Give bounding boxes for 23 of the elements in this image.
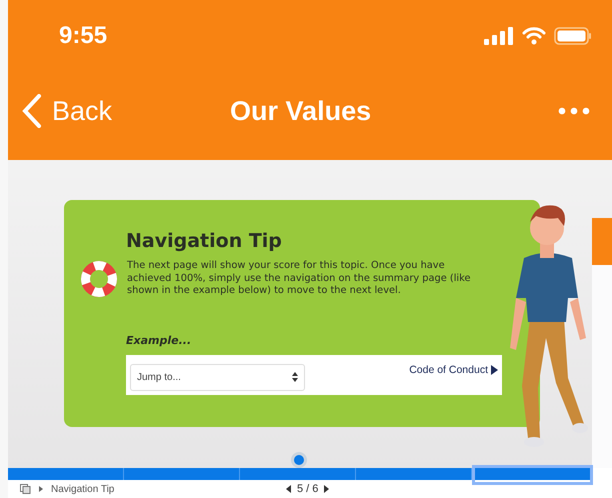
jump-select[interactable]: Jump to... [130,364,305,390]
chevron-icon [39,486,43,492]
progress-segment[interactable] [472,465,593,485]
next-slide-header [592,218,612,265]
status-time: 9:55 [59,22,108,50]
updown-icon [292,372,298,382]
chevron-left-icon [22,94,42,128]
signal-icon [484,27,514,45]
pages-icon [20,484,31,494]
previous-icon[interactable] [286,485,291,493]
example-label: Example... [126,334,192,347]
next-link[interactable]: Code of Conduct [409,364,488,376]
battery-icon [554,27,592,45]
more-icon[interactable] [558,107,590,115]
screen-title: Our Values [230,96,372,126]
tip-text: The next page will show your score for this topic. Once you have achieved 100%, simply use the navigation on the summary page (like shown in the example below) to move to the next level. [127,260,472,298]
next-icon[interactable] [324,485,330,493]
wifi-icon [522,27,546,45]
card-title: Navigation Tip [126,230,282,252]
page-counter: 5 / 6 [297,483,318,495]
lifebuoy-icon [80,260,118,298]
breadcrumb-text[interactable]: Navigation Tip [51,484,114,494]
play-arrow-icon [491,365,498,375]
